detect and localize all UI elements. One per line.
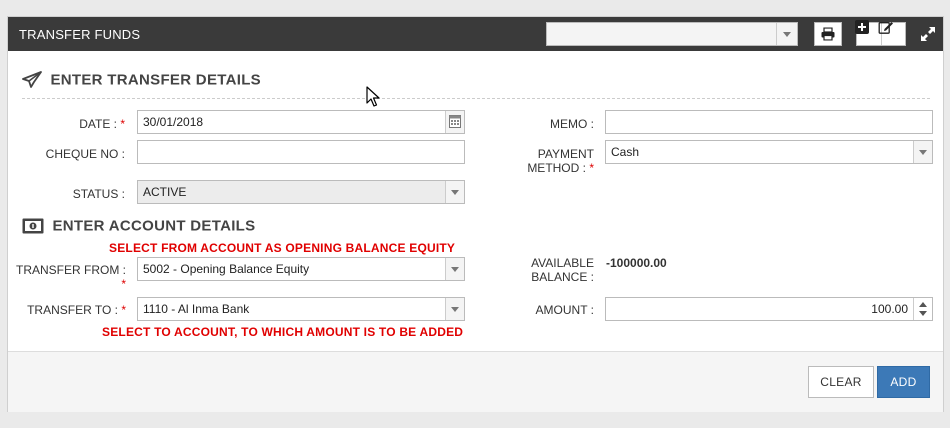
date-label: DATE : * (79, 117, 125, 131)
add-button[interactable]: ADD (877, 366, 930, 398)
status-select[interactable]: ACTIVE (137, 180, 465, 204)
account-details-heading: ENTER ACCOUNT DETAILS (22, 217, 255, 235)
calendar-icon (449, 115, 461, 128)
payment-method-select[interactable]: Cash (605, 140, 933, 164)
amount-label: AMOUNT : (535, 303, 594, 317)
money-icon (22, 218, 44, 234)
panel-footer: CLEAR ADD (8, 351, 943, 412)
available-balance-value: -100000.00 (606, 256, 667, 270)
transfer-from-label: TRANSFER FROM : * (16, 263, 126, 291)
transfer-to-select[interactable]: 1110 - Al Inma Bank (137, 297, 465, 321)
transfer-funds-panel: TRANSFER FUNDS ENTER TRANSFER DETAILS DA… (7, 16, 944, 412)
chevron-down-icon (445, 258, 464, 280)
chevron-down-icon (776, 23, 797, 45)
available-balance-label: AVAILABLE BALANCE : (531, 256, 594, 284)
payment-method-label: PAYMENT METHOD : * (527, 147, 594, 175)
account-details-title: ENTER ACCOUNT DETAILS (52, 217, 256, 235)
chevron-down-icon (913, 141, 932, 163)
mouse-pointer-icon (366, 86, 380, 107)
calendar-button[interactable] (445, 111, 464, 133)
print-icon (821, 27, 835, 41)
transfer-details-heading: ENTER TRANSFER DETAILS (22, 71, 261, 89)
amount-input[interactable]: 100.00 (605, 297, 933, 321)
expand-icon[interactable] (921, 27, 935, 41)
transfer-from-select[interactable]: 5002 - Opening Balance Equity (137, 257, 465, 281)
print-button[interactable] (814, 22, 842, 46)
transfer-to-label: TRANSFER TO : * (27, 303, 126, 317)
status-label: STATUS : (72, 187, 125, 201)
to-account-note: SELECT TO ACCOUNT, TO WHICH AMOUNT IS TO… (102, 325, 464, 339)
divider (22, 98, 930, 99)
plus-square-icon[interactable] (855, 20, 869, 34)
panel-title: TRANSFER FUNDS (19, 27, 141, 42)
amount-stepper[interactable] (913, 298, 932, 320)
cheque-no-input[interactable] (137, 140, 465, 164)
memo-input[interactable] (605, 110, 933, 134)
clear-button[interactable]: CLEAR (808, 366, 874, 398)
transfer-details-title: ENTER TRANSFER DETAILS (50, 71, 261, 89)
chevron-down-icon (445, 298, 464, 320)
cheque-no-label: CHEQUE NO : (45, 147, 125, 161)
add-edit-button-group (855, 20, 906, 46)
paper-plane-icon (22, 71, 42, 88)
chevron-down-icon (445, 181, 464, 203)
date-field[interactable]: 30/01/2018 (137, 110, 465, 134)
edit-icon[interactable] (878, 20, 894, 34)
header-select[interactable] (546, 22, 798, 46)
from-account-note: SELECT FROM ACCOUNT AS OPENING BALANCE E… (109, 241, 456, 255)
panel-header: TRANSFER FUNDS (8, 17, 943, 51)
memo-label: MEMO : (550, 117, 594, 131)
